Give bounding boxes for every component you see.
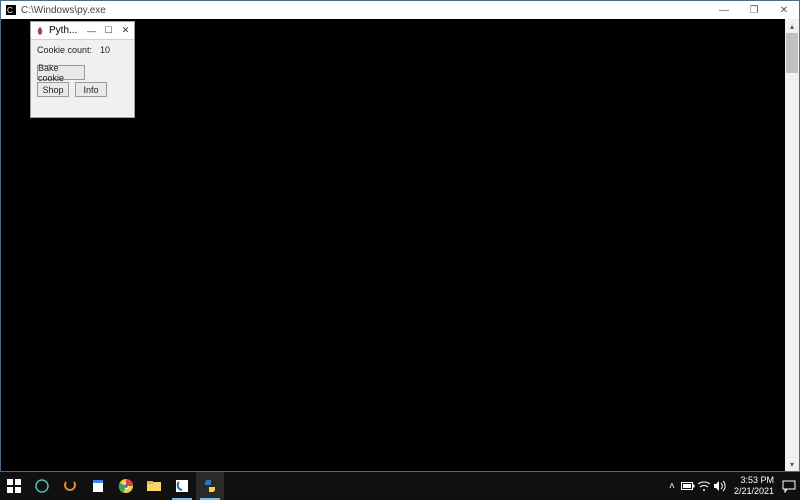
taskbar-app-file-explorer-icon[interactable] [140,472,168,500]
taskbar-app-idle-icon[interactable] [168,472,196,500]
tk-title: Pyth... [49,25,83,36]
tk-titlebar[interactable]: Pyth... — ☐ ✕ [31,22,134,40]
console-maximize-button[interactable]: ❐ [739,1,769,19]
console-icon: C [5,4,17,16]
action-center-icon[interactable] [780,472,798,500]
tk-minimize-button[interactable]: — [83,22,100,39]
console-titlebar[interactable]: C C:\Windows\py.exe — ❐ ✕ [1,1,799,20]
taskbar-time: 3:53 PM [734,475,774,486]
taskbar: ˄ 3:53 PM 2/21/2021 [0,472,800,500]
tk-maximize-button[interactable]: ☐ [100,22,117,39]
taskbar-date: 2/21/2021 [734,486,774,497]
tk-window[interactable]: Pyth... — ☐ ✕ Cookie count: 10 Bake cook… [30,21,135,118]
tray-network-icon[interactable] [696,472,712,500]
scroll-thumb[interactable] [786,33,798,73]
taskbar-app-generic-icon[interactable] [56,472,84,500]
taskbar-left [0,472,224,500]
tray-chevron-icon[interactable]: ˄ [664,472,680,500]
taskbar-clock[interactable]: 3:53 PM 2/21/2021 [728,475,780,497]
svg-text:C: C [7,6,13,15]
tk-close-button[interactable]: ✕ [117,22,134,39]
scroll-up-arrow-icon[interactable]: ▴ [785,19,799,33]
console-vertical-scrollbar[interactable]: ▴ ▾ [785,19,799,471]
info-button[interactable]: Info [75,82,107,97]
console-window-controls: — ❐ ✕ [709,1,799,19]
shop-button[interactable]: Shop [37,82,69,97]
tk-feather-icon [34,25,46,37]
taskbar-app-cortana-icon[interactable] [28,472,56,500]
tk-window-controls: — ☐ ✕ [83,22,134,39]
console-minimize-button[interactable]: — [709,1,739,19]
tray-battery-icon[interactable] [680,472,696,500]
tray-volume-icon[interactable] [712,472,728,500]
cookie-count-row: Cookie count: 10 [31,40,134,59]
start-button[interactable] [0,472,28,500]
console-close-button[interactable]: ✕ [769,1,799,19]
bake-cookie-button[interactable]: Bake cookie [37,65,85,80]
scroll-down-arrow-icon[interactable]: ▾ [785,457,799,471]
console-title: C:\Windows\py.exe [21,5,799,16]
cookie-count-label: Cookie count: [37,45,92,55]
taskbar-app-chrome-icon[interactable] [112,472,140,500]
taskbar-app-notepad-icon[interactable] [84,472,112,500]
taskbar-right: ˄ 3:53 PM 2/21/2021 [664,472,800,500]
taskbar-app-python-icon[interactable] [196,472,224,500]
cookie-count-value: 10 [100,45,110,55]
